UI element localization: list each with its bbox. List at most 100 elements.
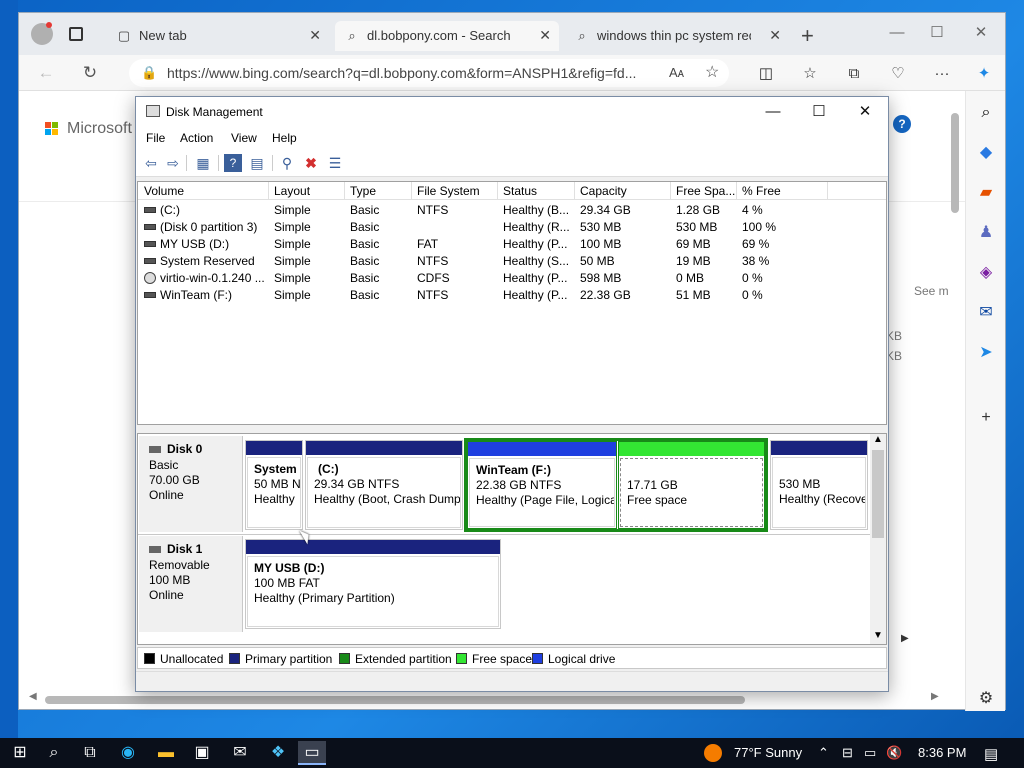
dev-app-icon[interactable]: ❖ [264, 741, 292, 765]
settings-gear-icon[interactable]: ⚙ [974, 687, 998, 711]
maximize-button[interactable]: ☐ [796, 97, 842, 127]
start-windows-icon[interactable]: ⊞ [6, 741, 34, 765]
outlook-icon[interactable]: ✉ [974, 301, 998, 325]
store-icon[interactable]: ▣ [188, 741, 216, 765]
display-icon[interactable]: ▭ [864, 745, 876, 761]
mail-icon[interactable]: ✉ [226, 741, 254, 765]
close-icon[interactable]: ✕ [769, 27, 781, 44]
read-aloud-icon[interactable]: Aᴀ [669, 59, 684, 87]
partition-recovery[interactable]: 530 MB Healthy (Recove [770, 440, 868, 530]
column-header-percent-free[interactable]: % Free [742, 184, 822, 198]
disk-0-info[interactable]: Disk 0 Basic 70.00 GB Online [139, 436, 243, 532]
volume-muted-icon[interactable]: 🔇 [886, 745, 902, 761]
menu-help[interactable]: Help [272, 131, 297, 145]
list-view-icon[interactable]: ☰ [326, 154, 344, 172]
tab-page-icon: ▢ [117, 28, 131, 43]
clock-time[interactable]: 8:36 PM [918, 745, 966, 760]
scroll-down-arrow-icon[interactable]: ▼ [873, 630, 883, 641]
tab-new-tab[interactable]: ▢ New tab ✕ [107, 21, 329, 51]
close-icon[interactable]: ✕ [539, 27, 551, 44]
show-hidden-icons-chevron-icon[interactable]: ⌃ [818, 745, 829, 761]
column-header-volume[interactable]: Volume [144, 184, 264, 198]
send-icon[interactable]: ➤ [974, 341, 998, 365]
volume-file-system: NTFS [417, 288, 449, 302]
close-button[interactable]: ✕ [961, 19, 1001, 47]
microsoft-365-icon[interactable]: ◈ [974, 261, 998, 285]
weather-sun-icon [704, 744, 722, 762]
extensions-icon[interactable]: ♡ [887, 63, 909, 85]
delete-icon[interactable]: ✖ [302, 154, 320, 172]
tab-thin-pc-search[interactable]: ⌕ windows thin pc system requ ✕ [565, 21, 789, 51]
menu-action[interactable]: Action [180, 131, 213, 145]
column-header-type[interactable]: Type [350, 184, 410, 198]
column-header-status[interactable]: Status [503, 184, 573, 198]
minimize-button[interactable]: — [750, 97, 796, 127]
column-header-capacity[interactable]: Capacity [580, 184, 668, 198]
notifications-icon[interactable]: ▤ [984, 745, 998, 763]
network-icon[interactable]: ⊟ [842, 745, 853, 761]
connect-icon[interactable]: ⚲ [278, 154, 296, 172]
games-icon[interactable]: ♟ [974, 221, 998, 245]
menu-file[interactable]: File [146, 131, 165, 145]
address-bar[interactable]: 🔒 https://www.bing.com/search?q=dl.bobpo… [129, 59, 729, 87]
more-menu-icon[interactable]: ··· [931, 63, 953, 85]
tools-icon[interactable]: ▰ [974, 181, 998, 205]
toolbar-separator [272, 155, 273, 171]
disk-management-taskbar-icon[interactable]: ▭ [298, 741, 326, 765]
help-icon[interactable]: ? [893, 115, 911, 133]
refresh-icon[interactable]: ↻ [77, 61, 103, 85]
horizontal-scrollbar[interactable] [45, 696, 745, 704]
partition-my-usb-d[interactable]: MY USB (D:) 100 MB FAT Healthy (Primary … [245, 539, 501, 629]
show-hide-console-icon[interactable]: ▦ [194, 154, 212, 172]
edge-browser-icon[interactable]: ◉ [114, 741, 142, 765]
add-icon[interactable]: + [974, 406, 998, 430]
close-button[interactable]: ✕ [842, 97, 888, 127]
weather-text[interactable]: 77°F Sunny [734, 745, 802, 760]
column-header-file-system[interactable]: File System [417, 184, 497, 198]
help-icon[interactable]: ? [224, 154, 242, 172]
shopping-tag-icon[interactable]: ◆ [974, 141, 998, 165]
partition-c[interactable]: (C:) 29.34 GB NTFS Healthy (Boot, Crash … [305, 440, 463, 530]
back-arrow-icon[interactable]: ← [33, 61, 59, 85]
favorite-star-icon[interactable]: ☆ [705, 59, 719, 87]
close-icon[interactable]: ✕ [309, 27, 321, 44]
tab-actions-icon[interactable] [69, 27, 83, 41]
scroll-right-arrow-icon[interactable]: ▶ [901, 633, 909, 644]
new-tab-button[interactable]: + [801, 23, 814, 49]
column-header-free-space[interactable]: Free Spa... [676, 184, 736, 198]
volume-row[interactable]: MY USB (D:) Simple Basic FAT Healthy (P.… [138, 236, 886, 253]
column-header-layout[interactable]: Layout [274, 184, 340, 198]
disk-1-info[interactable]: Disk 1 Removable 100 MB Online [139, 536, 243, 632]
partition-size: 100 MB FAT [254, 576, 320, 590]
copilot-icon[interactable]: ✦ [973, 63, 995, 85]
volume-row[interactable]: virtio-win-0.1.240 ... Simple Basic CDFS… [138, 270, 886, 287]
partition-free-space[interactable]: 17.71 GB Free space [618, 441, 765, 529]
collections-icon[interactable]: ⧉ [843, 63, 865, 85]
menu-view[interactable]: View [231, 131, 257, 145]
properties-icon[interactable]: ▤ [248, 154, 266, 172]
page-scrollbar[interactable] [951, 113, 959, 213]
back-arrow-icon[interactable]: ⇦ [142, 154, 160, 172]
tab-bobpony-search[interactable]: ⌕ dl.bobpony.com - Search ✕ [335, 21, 559, 51]
partition-winteam-f[interactable]: WinTeam (F:) 22.38 GB NTFS Healthy (Page… [467, 441, 617, 529]
volume-row[interactable]: WinTeam (F:) Simple Basic NTFS Healthy (… [138, 287, 886, 304]
volume-layout: Simple [274, 288, 311, 302]
scroll-up-arrow-icon[interactable]: ▲ [873, 434, 883, 445]
minimize-button[interactable]: — [877, 19, 917, 47]
scroll-left-arrow-icon[interactable]: ◀ [29, 691, 37, 702]
task-view-icon[interactable]: ⧉ [76, 741, 104, 765]
forward-arrow-icon[interactable]: ⇨ [164, 154, 182, 172]
maximize-button[interactable]: ☐ [917, 19, 957, 47]
file-explorer-icon[interactable]: ▬ [152, 741, 180, 765]
volume-row[interactable]: (Disk 0 partition 3) Simple Basic Health… [138, 219, 886, 236]
search-icon[interactable]: ⌕ [40, 741, 68, 765]
volume-row[interactable]: System Reserved Simple Basic NTFS Health… [138, 253, 886, 270]
search-icon[interactable]: ⌕ [974, 101, 998, 125]
scroll-right-arrow-icon[interactable]: ▶ [931, 691, 939, 702]
split-screen-icon[interactable]: ◫ [755, 63, 777, 85]
favorites-icon[interactable]: ☆ [799, 63, 821, 85]
volume-row[interactable]: (C:) Simple Basic NTFS Healthy (B... 29.… [138, 202, 886, 219]
partition-system-reserved[interactable]: System 50 MB N Healthy [245, 440, 303, 530]
disk-map-scrollbar[interactable]: ▲ ▼ [870, 434, 886, 644]
scrollbar-thumb[interactable] [872, 450, 884, 538]
